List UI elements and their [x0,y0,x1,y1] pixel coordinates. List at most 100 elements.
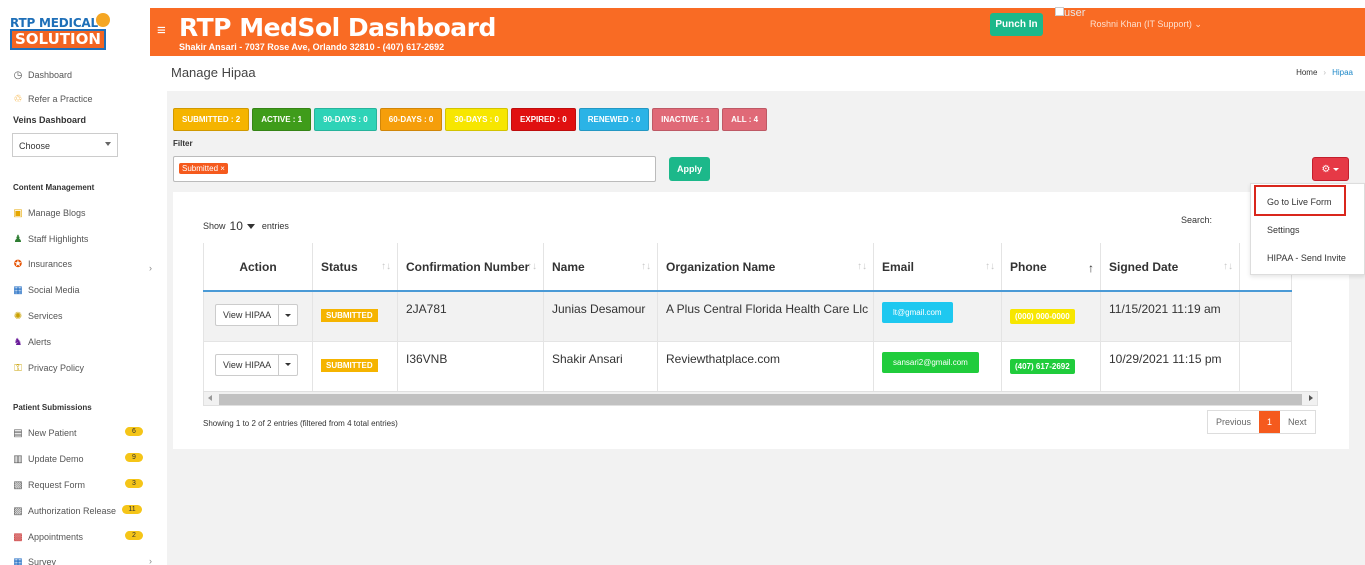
punch-in-button[interactable]: Punch In [990,13,1043,36]
sidebar-item-insurances[interactable]: ✪ Insurances [12,257,72,271]
status-filter-button[interactable]: 90-DAYS : 0 [314,108,377,131]
column-header-label: Phone [1010,259,1047,274]
refer-icon: ♲ [13,93,23,105]
cell-email: lt@gmail.com [873,291,1002,342]
sidebar-item-label: Dashboard [28,70,73,80]
previous-page-button[interactable]: Previous [1208,411,1259,433]
logo-text-top: RTP MEDICAL [10,16,98,30]
status-filter-button[interactable]: 30-DAYS : 0 [445,108,509,131]
appointments-count-badge: 2 [125,531,143,540]
column-header-label: Action [239,259,277,274]
show-label: Show [203,221,226,231]
user-name: Roshni Khan (IT Support) [1090,19,1192,29]
cell-signed-date: 10/29/2021 11:15 pm [1100,341,1240,392]
menu-item-go-to-live-form[interactable]: Go to Live Form [1267,197,1332,207]
entries-length: Show 10 entries [203,219,289,233]
chevron-down-icon[interactable] [246,223,255,229]
column-header-signed-date[interactable]: Signed Date ↑↓ [1100,243,1240,292]
breadcrumb: Home › Hipaa [1296,68,1353,77]
page-1-button[interactable]: 1 [1259,411,1281,433]
sidebar-item-authorization-release[interactable]: ▨ Authorization Release [12,504,116,518]
logo-text-bottom: SOLUTION [10,29,106,50]
sidebar-item-new-patient[interactable]: ▤ New Patient [12,426,77,440]
next-page-button[interactable]: Next [1280,411,1315,433]
entries-select[interactable]: 10 [230,219,243,233]
column-header-organization[interactable]: Organization Name ↑↓ [657,243,874,292]
horizontal-scrollbar[interactable] [203,391,1318,406]
breadcrumb-separator-icon: › [1323,68,1327,77]
scroll-right-icon[interactable] [1309,395,1313,401]
view-hipaa-label[interactable]: View HIPAA [216,354,280,375]
new-patient-count-badge: 6 [125,427,143,436]
apply-button[interactable]: Apply [669,157,710,181]
column-header-confirmation[interactable]: Confirmation Number ↑↓ [397,243,544,292]
chevron-right-icon[interactable]: › [149,556,152,565]
sidebar-item-request-form[interactable]: ▧ Request Form [12,478,85,492]
top-header: RTP MEDICAL SOLUTION ≡ RTP MedSol Dashbo… [0,0,1365,56]
sidebar-item-label: New Patient [28,428,77,438]
user-menu[interactable]: Roshni Khan (IT Support) ⌄ [1090,19,1202,30]
email-badge[interactable]: lt@gmail.com [882,302,953,323]
sidebar-item-survey[interactable]: ▦ Survey [12,555,56,565]
view-hipaa-button[interactable]: View HIPAA [215,304,299,326]
logo[interactable]: RTP MEDICAL SOLUTION [0,8,150,56]
app-subtitle: Shakir Ansari - 7037 Rose Ave, Orlando 3… [179,42,445,52]
insurance-icon: ✪ [13,258,23,270]
menu-item-hipaa-send-invite[interactable]: HIPAA - Send Invite [1267,253,1346,263]
veins-select-value: Choose [19,141,51,151]
breadcrumb-home[interactable]: Home [1296,68,1317,77]
status-filter-button[interactable]: INACTIVE : 1 [652,108,720,131]
status-filter-button[interactable]: ALL : 4 [722,108,768,131]
column-header-label: Confirmation Number [406,259,530,274]
sidebar-item-alerts[interactable]: ♞ Alerts [12,335,52,349]
view-hipaa-label[interactable]: View HIPAA [216,305,280,325]
settings-dropdown-button[interactable]: ⚙ [1312,157,1349,181]
sort-ascending-icon: ↑ [1088,261,1094,275]
sidebar-item-refer[interactable]: ♲ Refer a Practice [12,92,93,106]
phone-badge[interactable]: (407) 617-2692 [1010,358,1075,374]
authorization-count-badge: 11 [122,505,142,514]
status-filter-button[interactable]: ACTIVE : 1 [252,108,312,131]
sidebar-item-update-demo[interactable]: ▥ Update Demo [12,452,83,466]
sidebar-item-dashboard[interactable]: ◷ Dashboard [12,68,72,82]
sidebar-item-appointments[interactable]: ▩ Appointments [12,530,83,544]
column-header-email[interactable]: Email ↑↓ [873,243,1002,292]
sidebar-item-services[interactable]: ✺ Services [12,309,63,323]
status-filter-button[interactable]: RENEWED : 0 [578,108,650,131]
status-filter-button[interactable]: 60-DAYS : 0 [379,108,443,131]
sidebar-item-manage-blogs[interactable]: ▣ Manage Blogs [12,206,86,220]
sidebar-item-privacy-policy[interactable]: ⚿ Privacy Policy [12,361,84,375]
status-filter-button[interactable]: SUBMITTED : 2 [173,108,250,131]
scrollbar-thumb[interactable] [219,394,1302,405]
sidebar-item-social-media[interactable]: ▦ Social Media [12,283,79,297]
column-header-action: Action [203,243,313,292]
column-header-status[interactable]: Status ↑↓ [312,243,398,292]
phone-badge[interactable]: (000) 000-0000 [1010,309,1075,324]
scroll-left-icon[interactable] [208,395,212,401]
menu-item-settings[interactable]: Settings [1267,225,1300,235]
cell-confirmation: 2JA781 [397,291,544,342]
view-hipaa-button[interactable]: View HIPAA [215,353,299,376]
action-dropdown-toggle[interactable] [279,355,297,375]
hamburger-menu-icon[interactable]: ≡ [157,22,166,39]
sidebar-item-label: Manage Blogs [28,208,86,218]
veins-select[interactable]: Choose [12,133,118,157]
user-avatar[interactable]: user [1055,7,1089,27]
action-dropdown-toggle[interactable] [279,305,297,325]
patient-submissions-heading: Patient Submissions [13,403,92,412]
search-label: Search: [1181,215,1213,225]
column-header-name[interactable]: Name ↑↓ [543,243,658,292]
filter-input[interactable]: Submitted × [173,156,656,182]
sidebar-item-staff-highlights[interactable]: ♟ Staff Highlights [12,232,89,246]
email-badge[interactable]: sansari2@gmail.com [882,351,979,373]
table-row: View HIPAA SUBMITTED I36VNB Shakir Ansari Re… [203,341,1292,392]
filter-chip-submitted[interactable]: Submitted × [179,163,228,174]
breadcrumb-current: Hipaa [1332,68,1353,77]
cell-phone: (407) 617-2692 [1001,341,1101,392]
sidebar-item-label: Request Form [28,480,86,490]
status-filter-button[interactable]: EXPIRED : 0 [511,108,576,131]
sidebar-item-label: Appointments [28,532,84,542]
chevron-right-icon[interactable]: › [149,263,152,273]
column-header-phone[interactable]: Phone ↑ [1001,243,1101,292]
hipaa-table: Action Status ↑↓ Confirmation Number ↑↓ Na… [203,243,1292,392]
